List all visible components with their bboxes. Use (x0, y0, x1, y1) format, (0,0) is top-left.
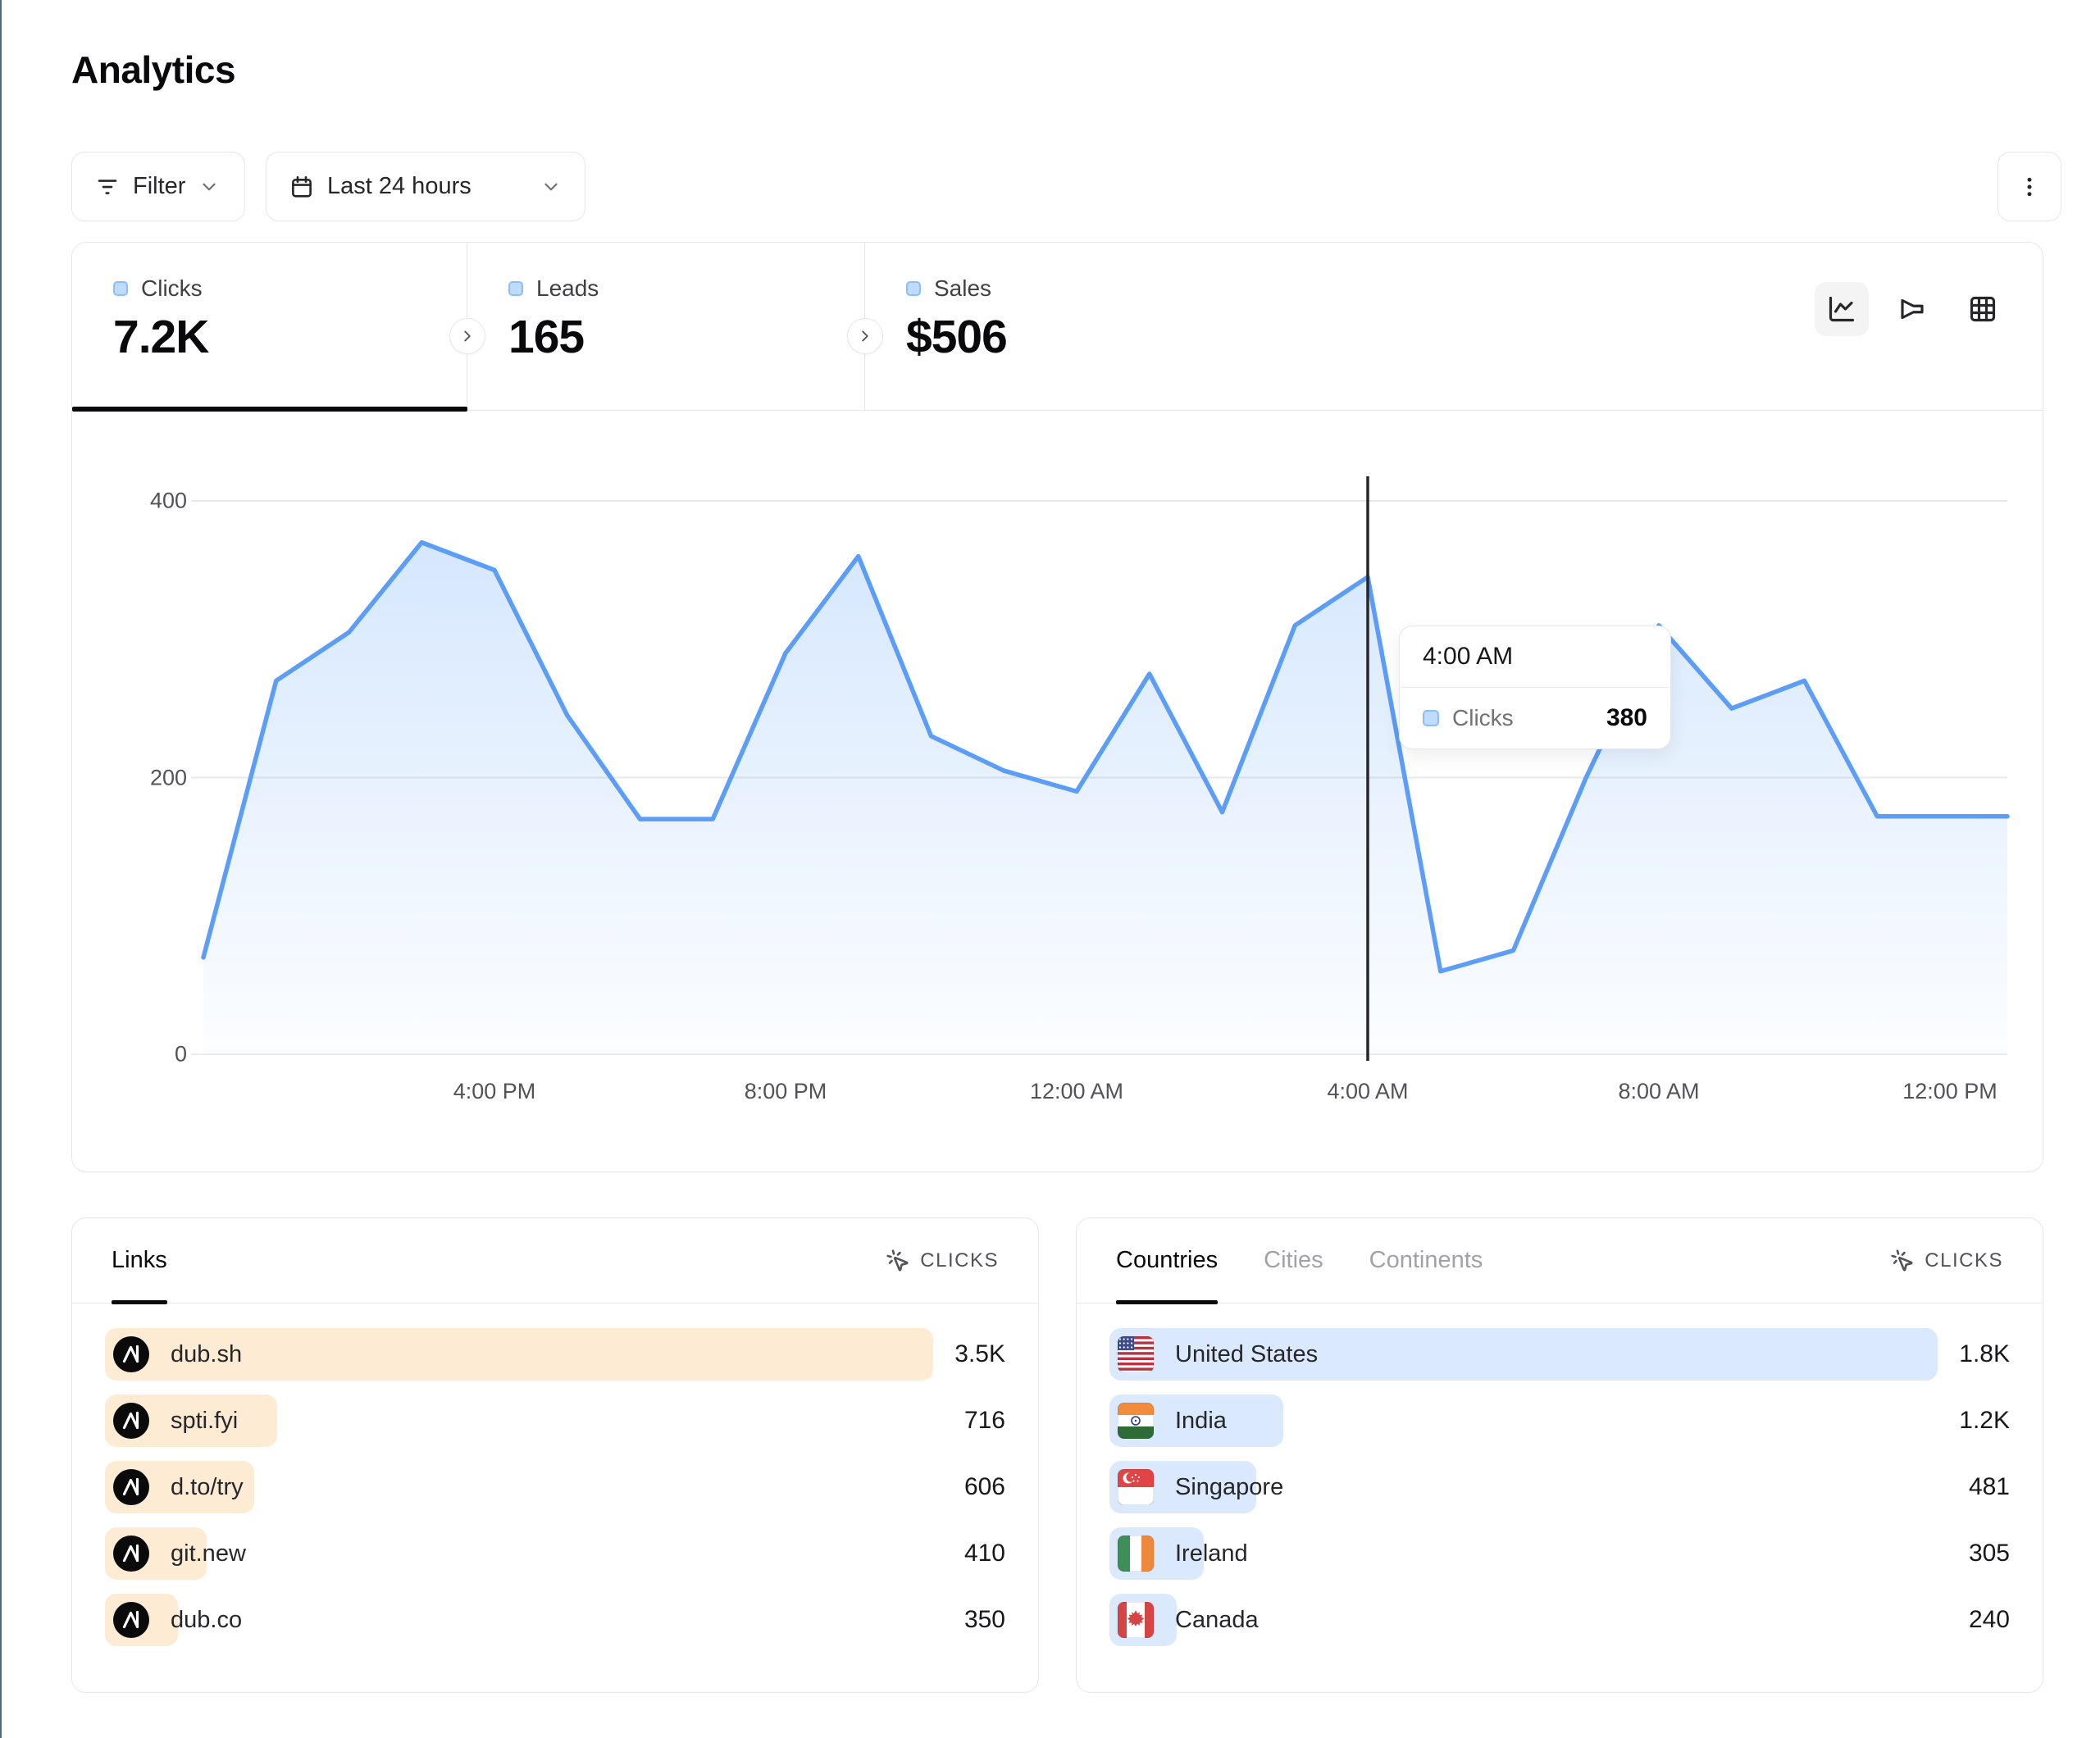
list-item[interactable]: d.to/try 606 (105, 1461, 1005, 1513)
tab-countries[interactable]: Countries (1116, 1218, 1218, 1303)
row-value: 3.5K (954, 1340, 1005, 1368)
x-tick-label: 12:00 PM (1876, 1079, 2024, 1104)
x-tick-label: 4:00 PM (421, 1079, 568, 1104)
list-item[interactable]: spti.fyi 716 (105, 1394, 1005, 1447)
country-flag-icon (1118, 1602, 1154, 1638)
tab-links-label: Links (112, 1247, 167, 1274)
links-panel: Links CLICKS dub.sh 3.5K spti.fyi 716 d.to/t… (71, 1217, 1039, 1693)
y-tick-label: 400 (113, 489, 187, 514)
countries-metric-label: CLICKS (1925, 1249, 2003, 1272)
row-label: Canada (1175, 1607, 1259, 1634)
country-flag-icon (1118, 1336, 1154, 1372)
list-item[interactable]: Ireland 305 (1109, 1527, 2010, 1580)
row-label: d.to/try (171, 1474, 244, 1501)
tab-cities-label: Cities (1264, 1247, 1323, 1274)
x-tick-label: 12:00 AM (1003, 1079, 1150, 1104)
list-item[interactable]: dub.sh 3.5K (105, 1328, 1005, 1381)
dub-logo-icon (113, 1602, 149, 1638)
expand-clicks-button[interactable] (449, 318, 485, 354)
list-item[interactable]: Canada 240 (1109, 1594, 2010, 1646)
tab-continents[interactable]: Continents (1369, 1218, 1483, 1303)
analytics-card: Clicks 7.2K Leads 165 Sales $506 (71, 242, 2043, 1172)
x-tick-label: 8:00 AM (1585, 1079, 1733, 1104)
countries-tab-underline (1116, 1300, 1218, 1304)
page-title: Analytics (71, 48, 235, 92)
list-item[interactable]: United States 1.8K (1109, 1328, 2010, 1381)
tooltip-series-swatch (1423, 710, 1439, 726)
x-tick-label: 4:00 AM (1294, 1079, 1442, 1104)
dub-logo-icon (113, 1536, 149, 1572)
row-value: 481 (1969, 1473, 2010, 1501)
row-label: India (1175, 1408, 1227, 1435)
country-flag-icon (1118, 1403, 1154, 1439)
row-value: 240 (1969, 1606, 2010, 1634)
row-value: 1.8K (1959, 1340, 2010, 1368)
clicks-area-chart[interactable] (72, 243, 2044, 1173)
tooltip-value: 380 (1606, 704, 1647, 732)
tab-continents-label: Continents (1369, 1247, 1483, 1274)
row-value: 716 (964, 1407, 1005, 1435)
tab-links[interactable]: Links (112, 1218, 167, 1303)
row-label: git.new (171, 1540, 246, 1567)
filter-button-label: Filter (133, 173, 185, 200)
links-list: dub.sh 3.5K spti.fyi 716 d.to/try 606 git.new 4… (72, 1304, 1038, 1646)
x-tick-label: 8:00 PM (712, 1079, 859, 1104)
links-tab-underline (112, 1300, 167, 1304)
row-value: 350 (964, 1606, 1005, 1634)
y-tick-label: 200 (113, 765, 187, 790)
row-label: spti.fyi (171, 1408, 238, 1435)
date-range-button[interactable]: Last 24 hours (266, 152, 585, 221)
calendar-icon (289, 175, 314, 199)
list-item[interactable]: Singapore 481 (1109, 1461, 2010, 1513)
area-fill (203, 543, 2007, 1054)
row-label: dub.sh (171, 1341, 242, 1368)
chevron-down-icon (198, 176, 220, 198)
cursor-click-icon (1890, 1249, 1915, 1273)
more-options-button[interactable] (1998, 152, 2061, 221)
country-flag-icon (1118, 1469, 1154, 1505)
row-label: dub.co (171, 1607, 242, 1634)
row-value: 410 (964, 1540, 1005, 1567)
list-item[interactable]: dub.co 350 (105, 1594, 1005, 1646)
row-label: United States (1175, 1341, 1318, 1368)
countries-panel: Countries Cities Continents CLICKS Unite… (1076, 1217, 2043, 1693)
analytics-page: { "page": { "title": "Analytics" }, "too… (0, 0, 2100, 1738)
expand-leads-button[interactable] (847, 318, 883, 354)
links-metric-label: CLICKS (920, 1249, 999, 1272)
row-value: 305 (1969, 1540, 2010, 1567)
dub-logo-icon (113, 1469, 149, 1505)
y-tick-label: 0 (113, 1042, 187, 1067)
row-value: 606 (964, 1473, 1005, 1501)
countries-metric-header[interactable]: CLICKS (1890, 1249, 2003, 1273)
row-value: 1.2K (1959, 1407, 2010, 1435)
dub-logo-icon (113, 1403, 149, 1439)
tab-countries-label: Countries (1116, 1247, 1218, 1274)
row-label: Singapore (1175, 1474, 1283, 1501)
country-flag-icon (1118, 1536, 1154, 1572)
links-metric-header[interactable]: CLICKS (886, 1249, 999, 1273)
list-item[interactable]: India 1.2K (1109, 1394, 2010, 1447)
date-range-label: Last 24 hours (327, 173, 471, 200)
dub-logo-icon (113, 1336, 149, 1372)
filter-icon (95, 175, 120, 199)
cursor-click-icon (886, 1249, 910, 1273)
chart-tooltip: 4:00 AM Clicks 380 (1399, 626, 1671, 749)
tab-cities[interactable]: Cities (1264, 1218, 1323, 1303)
list-item[interactable]: git.new 410 (105, 1527, 1005, 1580)
tooltip-series-label: Clicks (1452, 705, 1593, 731)
filter-button[interactable]: Filter (71, 152, 245, 221)
tooltip-time: 4:00 AM (1400, 626, 1670, 688)
kebab-menu-icon (2017, 175, 2042, 199)
chevron-down-icon (540, 176, 562, 198)
countries-list: United States 1.8K India 1.2K Singapore 481 Ir… (1077, 1304, 2043, 1646)
row-label: Ireland (1175, 1540, 1248, 1567)
